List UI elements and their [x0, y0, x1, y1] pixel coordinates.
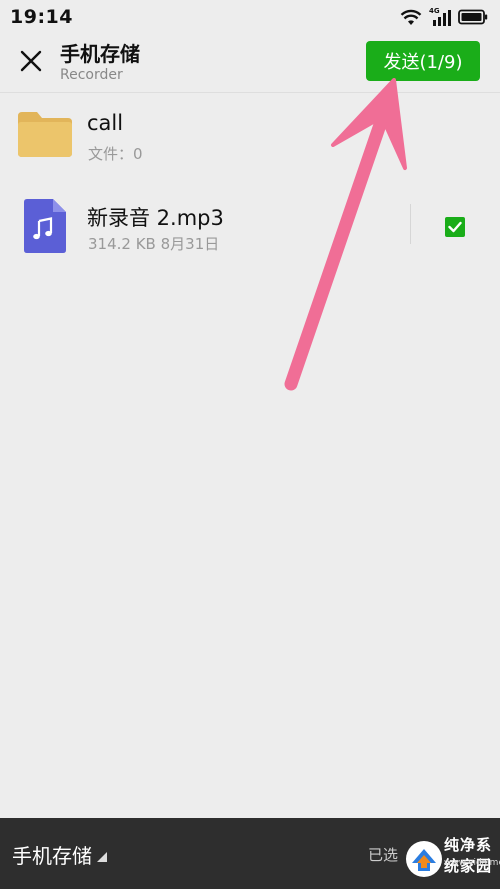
close-button[interactable]: [14, 46, 48, 80]
page-title: 手机存储: [60, 42, 140, 66]
file-meta: 314.2 KB 8月31日: [88, 235, 220, 253]
watermark-logo-icon: [406, 841, 442, 877]
status-icons: 4G: [400, 6, 488, 26]
list-item-audio[interactable]: 新录音 2.mp3 314.2 KB 8月31日: [0, 182, 500, 272]
storage-selector[interactable]: 手机存储: [12, 840, 107, 869]
header: 手机存储 Recorder 发送(1/9): [0, 34, 500, 93]
battery-icon: [458, 9, 488, 25]
audio-file-icon: [24, 199, 66, 257]
list-item-folder[interactable]: call 文件：0: [0, 92, 500, 182]
selected-info: 已选: [368, 846, 399, 864]
page-subtitle: Recorder: [60, 67, 123, 83]
checkmark-icon: [448, 221, 462, 233]
status-time: 19:14: [10, 6, 73, 28]
file-name: call: [87, 111, 124, 135]
network-label: 4G: [429, 6, 440, 15]
caret-down-icon: [97, 847, 107, 866]
file-picker-screen: 19:14 4G 手机存储 Recorder 发送(1/9) call 文件：0…: [0, 0, 500, 889]
status-bar: 19:14 4G: [0, 0, 500, 34]
row-divider: [410, 204, 411, 244]
send-button[interactable]: 发送(1/9): [366, 41, 480, 81]
file-name: 新录音 2.mp3: [87, 206, 224, 230]
folder-icon: [18, 112, 72, 161]
watermark-url: www.yidaimei.com: [444, 858, 500, 868]
close-icon: [20, 50, 42, 76]
file-meta: 文件：0: [88, 145, 143, 163]
cellular-signal-icon: 4G: [429, 6, 451, 26]
watermark-text: 纯净系统家园: [444, 836, 493, 875]
wifi-icon: [400, 9, 422, 26]
file-checkbox[interactable]: [445, 217, 465, 237]
storage-label: 手机存储: [12, 844, 92, 868]
